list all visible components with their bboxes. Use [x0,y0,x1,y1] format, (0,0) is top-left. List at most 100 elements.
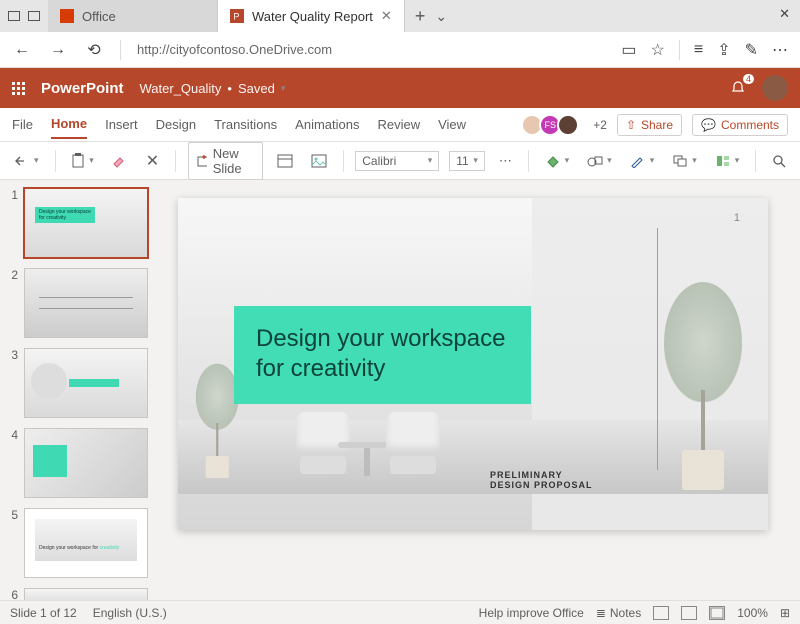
chevron-down-icon: ▾ [428,155,433,166]
fit-to-window-button[interactable]: ⊞ [780,606,790,620]
app-title-bar: PowerPoint Water_Quality • Saved ▾ 4 [0,68,800,108]
shape-fill-button[interactable]: ▾ [541,151,574,171]
chevron-down-icon: ▾ [281,83,286,94]
arrange-icon [672,154,688,168]
designer-button[interactable]: ▾ [711,151,744,171]
share-label: Share [641,118,673,132]
slide-counter[interactable]: Slide 1 of 12 [10,606,77,620]
thumb-number: 3 [6,348,18,418]
chevron-down-icon: ▾ [607,155,612,166]
comments-button[interactable]: 💬 Comments [692,114,788,136]
reading-view-button[interactable] [709,606,725,620]
ribbon-tab-view[interactable]: View [438,111,466,138]
font-family-select[interactable]: Calibri▾ [355,151,439,171]
workspace: 1 Design your workspacefor creativity 2 … [0,180,800,600]
ribbon-tab-file[interactable]: File [12,111,33,138]
share-icon: ⇧ [626,118,636,132]
slide-thumbnail[interactable] [24,428,148,498]
title-line2: for creativity [256,355,385,382]
separator [343,150,344,172]
chevron-down-icon: ▾ [735,155,740,166]
ribbon-tab-design[interactable]: Design [156,111,196,138]
shape-outline-button[interactable]: ▾ [583,151,616,171]
slide-thumbnails-panel[interactable]: 1 Design your workspacefor creativity 2 … [0,180,158,600]
browser-tab-strip: Office P Water Quality Report ✕ + ⌄ ✕ [0,0,800,32]
slide-title-box[interactable]: Design your workspacefor creativity [234,306,531,404]
favorite-icon[interactable]: ☆ [651,40,665,60]
separator [679,40,680,60]
web-note-icon[interactable]: ✎ [745,40,758,60]
slide-canvas-area[interactable]: 1 Design your workspacefor creativity PR… [158,180,800,600]
tab-menu-chevron-icon[interactable]: ⌄ [435,8,447,25]
slide-thumbnail[interactable] [24,348,148,418]
delete-button[interactable]: ✕ [142,148,163,174]
svg-text:P: P [234,12,240,22]
ribbon-tab-transitions[interactable]: Transitions [214,111,277,138]
more-font-button[interactable]: ⋯ [495,150,516,172]
refresh-button[interactable]: ⟲ [84,40,104,60]
layout-button[interactable] [273,151,297,171]
chevron-down-icon: ▾ [650,155,655,166]
app-launcher-icon[interactable] [12,82,25,95]
window-close-icon[interactable]: ✕ [779,6,790,22]
sorter-view-button[interactable] [681,606,697,620]
notifications-button[interactable]: 4 [730,80,746,96]
slide-thumbnail[interactable] [24,588,148,600]
normal-view-button[interactable] [653,606,669,620]
slide-thumbnail[interactable]: Design your workspace for creativity [24,508,148,578]
separator [120,40,121,60]
undo-button[interactable]: ▾ [10,151,43,171]
status-bar: Slide 1 of 12 English (U.S.) Help improv… [0,600,800,624]
subtitle-line1: PRELIMINARY [490,470,593,480]
document-name: Water_Quality [140,81,222,96]
ribbon-tab-review[interactable]: Review [377,111,420,138]
window-overlap-icon[interactable] [8,11,20,21]
slide-thumbnail[interactable]: Design your workspacefor creativity [24,188,148,258]
close-tab-icon[interactable]: ✕ [381,8,392,24]
share-button[interactable]: ⇧ Share [617,114,682,136]
separator [55,150,56,172]
account-avatar[interactable] [762,75,788,101]
search-button[interactable] [768,151,790,171]
font-size-select[interactable]: 11▾ [449,151,485,171]
subtitle-line2: DESIGN PROPOSAL [490,480,593,490]
slide-thumbnail[interactable] [24,268,148,338]
new-tab-button[interactable]: + [415,6,426,27]
picture-button[interactable] [307,151,331,171]
powerpoint-icon: P [230,9,244,23]
document-name-control[interactable]: Water_Quality • Saved ▾ [140,81,286,96]
slide-canvas[interactable]: 1 Design your workspacefor creativity PR… [178,198,768,530]
help-improve-link[interactable]: Help improve Office [479,606,584,620]
shape-styles-button[interactable]: ▾ [626,151,659,171]
new-slide-button[interactable]: New Slide [188,142,263,180]
format-painter-button[interactable] [108,151,132,171]
zoom-level[interactable]: 100% [737,606,768,620]
browser-tab-report[interactable]: P Water Quality Report ✕ [218,0,405,32]
window-stack-icon[interactable] [28,11,40,21]
forward-button[interactable]: → [48,41,68,59]
url-field[interactable]: http://cityofcontoso.OneDrive.com [137,42,605,57]
share-page-icon[interactable]: ⇪ [717,40,730,60]
back-button[interactable]: ← [12,41,32,59]
presence-avatar[interactable] [557,114,579,136]
save-state: Saved [238,81,275,96]
slide-subtitle-box[interactable]: PRELIMINARY DESIGN PROPOSAL [490,470,593,490]
brush-icon [112,154,128,168]
chevron-down-icon: ▾ [89,155,94,166]
reading-view-icon[interactable]: ▭ [621,40,636,60]
hub-icon[interactable]: ≡ [694,41,703,59]
ribbon-tab-home[interactable]: Home [51,110,87,139]
arrange-button[interactable]: ▾ [668,151,701,171]
notes-button[interactable]: ≣Notes [596,606,641,620]
ribbon-tab-insert[interactable]: Insert [105,111,138,138]
undo-icon [14,154,30,168]
more-icon[interactable]: ⋯ [772,40,788,60]
slide-page-number: 1 [734,212,740,224]
paste-button[interactable]: ▾ [67,150,98,172]
presence-avatars[interactable]: FS [525,114,579,136]
ribbon-tab-animations[interactable]: Animations [295,111,359,138]
presence-more[interactable]: +2 [593,118,607,132]
language-status[interactable]: English (U.S.) [93,606,167,620]
browser-tab-office[interactable]: Office [48,0,218,32]
ribbon-tabs: File Home Insert Design Transitions Anim… [0,108,800,142]
